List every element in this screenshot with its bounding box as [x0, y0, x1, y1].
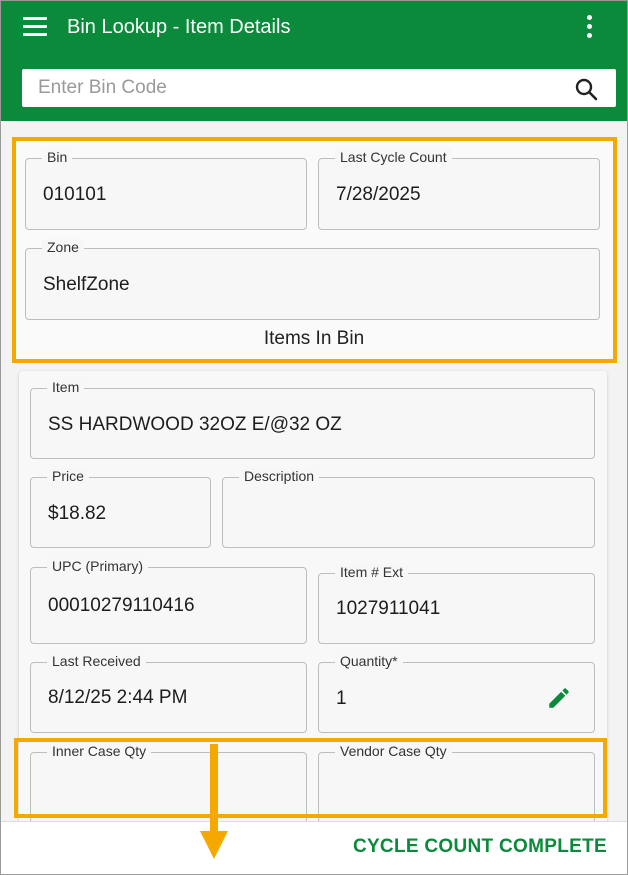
inner-case-qty-field[interactable]: Inner Case Qty [30, 743, 307, 823]
last-cycle-count-field[interactable]: Last Cycle Count 7/28/2025 [318, 149, 600, 230]
cycle-count-complete-button[interactable]: CYCLE COUNT COMPLETE [353, 836, 607, 858]
description-field[interactable]: Description [222, 468, 595, 548]
last-received-label: Last Received [47, 653, 146, 669]
bin-value: 010101 [43, 184, 107, 205]
description-label: Description [239, 468, 320, 484]
annotation-arrow-shaft [210, 744, 218, 836]
edit-pencil-icon[interactable] [546, 685, 572, 711]
search-input[interactable] [22, 69, 562, 107]
footer-bar: CYCLE COUNT COMPLETE [1, 821, 627, 874]
app-frame: Bin Lookup - Item Details Bin 010101 Las… [0, 0, 628, 875]
zone-label: Zone [42, 239, 84, 255]
search-bar [22, 69, 616, 107]
last-received-value: 8/12/25 2:44 PM [48, 687, 188, 708]
last-cycle-count-label: Last Cycle Count [335, 149, 452, 165]
price-field[interactable]: Price $18.82 [30, 468, 211, 548]
upc-field[interactable]: UPC (Primary) 00010279110416 [30, 558, 307, 644]
upc-label: UPC (Primary) [47, 558, 148, 574]
item-ext-label: Item # Ext [335, 564, 409, 580]
upc-value: 00010279110416 [48, 595, 195, 616]
search-icon[interactable] [574, 77, 598, 101]
page-title: Bin Lookup - Item Details [67, 16, 291, 38]
zone-field[interactable]: Zone ShelfZone [25, 239, 600, 320]
zone-value: ShelfZone [43, 274, 130, 295]
inner-case-qty-label: Inner Case Qty [47, 743, 152, 759]
price-label: Price [47, 468, 89, 484]
annotation-arrow-down-icon [200, 831, 228, 859]
hamburger-menu-icon[interactable] [23, 17, 47, 37]
vendor-case-qty-label: Vendor Case Qty [335, 743, 452, 759]
item-ext-field[interactable]: Item # Ext 1027911041 [318, 564, 595, 644]
quantity-field[interactable]: Quantity* 1 [318, 653, 595, 733]
quantity-label: Quantity* [335, 653, 403, 669]
vendor-case-qty-field[interactable]: Vendor Case Qty [318, 743, 595, 823]
item-ext-value: 1027911041 [336, 598, 441, 619]
last-received-field[interactable]: Last Received 8/12/25 2:44 PM [30, 653, 307, 733]
app-bar: Bin Lookup - Item Details [1, 1, 627, 121]
bin-label: Bin [42, 149, 73, 165]
last-cycle-count-value: 7/28/2025 [336, 184, 421, 205]
price-value: $18.82 [48, 503, 107, 524]
item-value: SS HARDWOOD 32OZ E/@32 OZ [48, 414, 342, 435]
bin-field[interactable]: Bin 010101 [25, 149, 307, 230]
item-label: Item [47, 379, 85, 395]
item-field[interactable]: Item SS HARDWOOD 32OZ E/@32 OZ [30, 379, 595, 459]
items-in-bin-heading: Items In Bin [263, 328, 365, 349]
more-vert-icon[interactable] [585, 15, 593, 41]
quantity-value: 1 [336, 688, 347, 709]
